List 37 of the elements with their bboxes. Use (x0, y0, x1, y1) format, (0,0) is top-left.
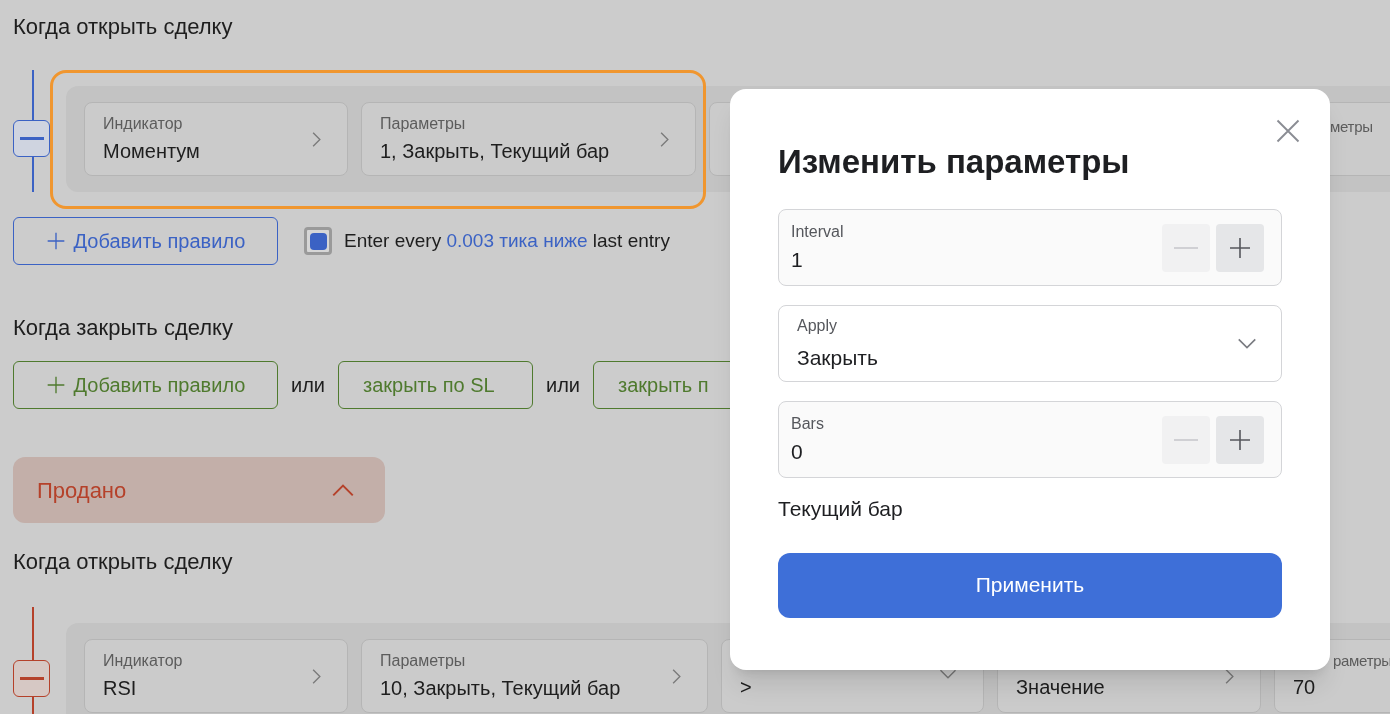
card-value: 10, Закрыть, Текущий бар (380, 676, 622, 701)
rule-card[interactable]: Параметры 1, Закрыть, Текущий бар (361, 102, 696, 176)
section-heading: Когда закрыть сделку (13, 314, 233, 342)
card-label: Индикатор (103, 651, 184, 671)
card-label: метры (1329, 116, 1374, 137)
field-label: Interval (791, 221, 845, 242)
field-label: Apply (797, 315, 839, 336)
entry-option-text: Enter every 0.003 тика ниже last entry (344, 228, 670, 253)
rule-card[interactable]: Индикатор Моментум (84, 102, 348, 176)
number-field[interactable]: Interval 1 (778, 209, 1282, 286)
section-heading: Когда открыть сделку (13, 13, 233, 41)
number-field[interactable]: Bars 0 (778, 401, 1282, 478)
card-value: 70 (1293, 675, 1317, 701)
card-value: RSI (103, 676, 138, 701)
card-value: > (740, 675, 753, 700)
step-link[interactable]: 0.003 тика ниже (446, 229, 588, 251)
apply-button[interactable]: Применить (778, 552, 1282, 618)
add-rule-button[interactable]: Добавить правило (13, 217, 278, 265)
field-value: Закрыть (797, 344, 879, 371)
card-value: Моментум (103, 139, 201, 164)
rule-card[interactable]: Индикатор RSI (84, 639, 348, 713)
card-value: 1, Закрыть, Текущий бар (380, 139, 611, 164)
field-value: 1 (791, 246, 804, 273)
or-text: или (291, 373, 325, 398)
card-label: Параметры (380, 651, 467, 671)
card-label: Индикатор (103, 114, 184, 134)
field-value: 0 (791, 438, 804, 465)
bar-description: Текущий бар (778, 496, 904, 522)
card-label: Параметры (380, 114, 467, 134)
card-value: Значение (1016, 675, 1106, 700)
dialog-title: Изменить параметры (778, 142, 1131, 182)
or-text: или (546, 373, 581, 398)
rule-card[interactable]: Параметры 10, Закрыть, Текущий бар (361, 639, 708, 713)
field-label: Bars (791, 413, 825, 434)
select-field[interactable]: Apply Закрыть (778, 305, 1282, 382)
section-heading: Когда открыть сделку (13, 548, 233, 576)
card-label: раметры (1332, 650, 1390, 671)
